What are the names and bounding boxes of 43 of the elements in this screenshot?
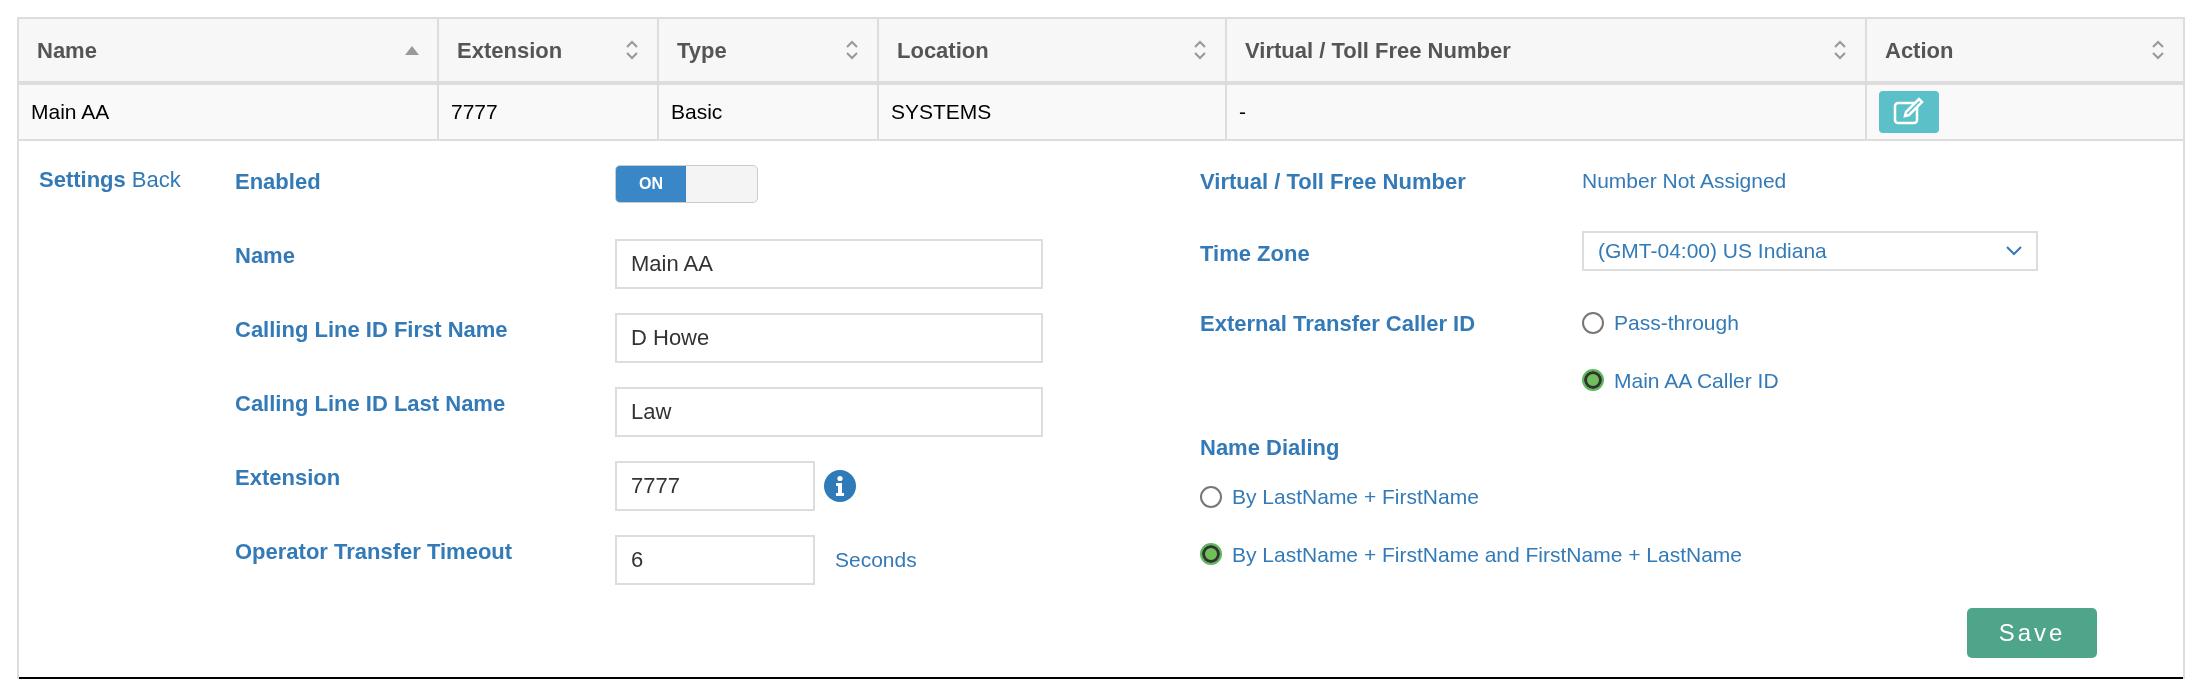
text-input[interactable]: Law: [615, 387, 1043, 437]
table-cell: Basic: [659, 85, 879, 139]
chevron-down-icon: [2006, 246, 2022, 256]
column-header[interactable]: Location: [879, 19, 1227, 81]
text-input[interactable]: 7777: [615, 461, 815, 511]
column-header[interactable]: Action: [1867, 19, 2183, 81]
field-value: Number Not Assigned: [1582, 168, 1787, 194]
info-icon[interactable]: [823, 469, 857, 503]
unit-label: Seconds: [835, 547, 917, 574]
radio-button[interactable]: [1582, 369, 1604, 392]
column-header[interactable]: Virtual / Toll Free Number: [1227, 19, 1867, 81]
edit-icon: [1892, 97, 1926, 127]
radio-label[interactable]: By LastName + FirstName: [1232, 481, 1479, 513]
column-header[interactable]: Type: [659, 19, 879, 81]
field-label: Enabled: [235, 168, 322, 196]
radio-label[interactable]: Main AA Caller ID: [1614, 364, 1779, 396]
column-header[interactable]: Extension: [439, 19, 659, 81]
table-cell: SYSTEMS: [879, 85, 1227, 139]
field-label: External Transfer Caller ID: [1200, 310, 1477, 338]
time-zone-select[interactable]: (GMT-04:00) US Indiana: [1582, 231, 2038, 271]
toggle-switch[interactable]: ON: [615, 165, 758, 203]
table-cell: 7777: [439, 85, 659, 139]
field-label: Calling Line ID Last Name: [235, 390, 507, 418]
field-label: Name: [235, 242, 296, 270]
text-input[interactable]: D Howe: [615, 313, 1043, 363]
column-header[interactable]: Name: [19, 19, 439, 81]
field-label: Operator Transfer Timeout: [235, 538, 514, 566]
radio-label[interactable]: Pass-through: [1614, 307, 1739, 339]
radio-button[interactable]: [1200, 543, 1222, 566]
radio-label[interactable]: By LastName + FirstName and FirstName + LastName: [1232, 538, 1742, 570]
table-cell: -: [1227, 85, 1867, 139]
radio-button[interactable]: [1582, 311, 1604, 334]
back-link[interactable]: Back: [131, 167, 181, 192]
field-label: Extension: [235, 464, 342, 492]
radio-button[interactable]: [1200, 485, 1222, 508]
field-label: Calling Line ID First Name: [235, 316, 509, 344]
section-label: Name Dialing: [1200, 434, 1341, 462]
text-input[interactable]: Main AA: [615, 239, 1043, 289]
settings-title: Settings: [39, 167, 126, 192]
table-cell: Main AA: [19, 85, 439, 139]
field-label: Time Zone: [1200, 240, 1311, 268]
field-label: Virtual / Toll Free Number: [1200, 168, 1467, 196]
text-input[interactable]: 6: [615, 535, 815, 585]
